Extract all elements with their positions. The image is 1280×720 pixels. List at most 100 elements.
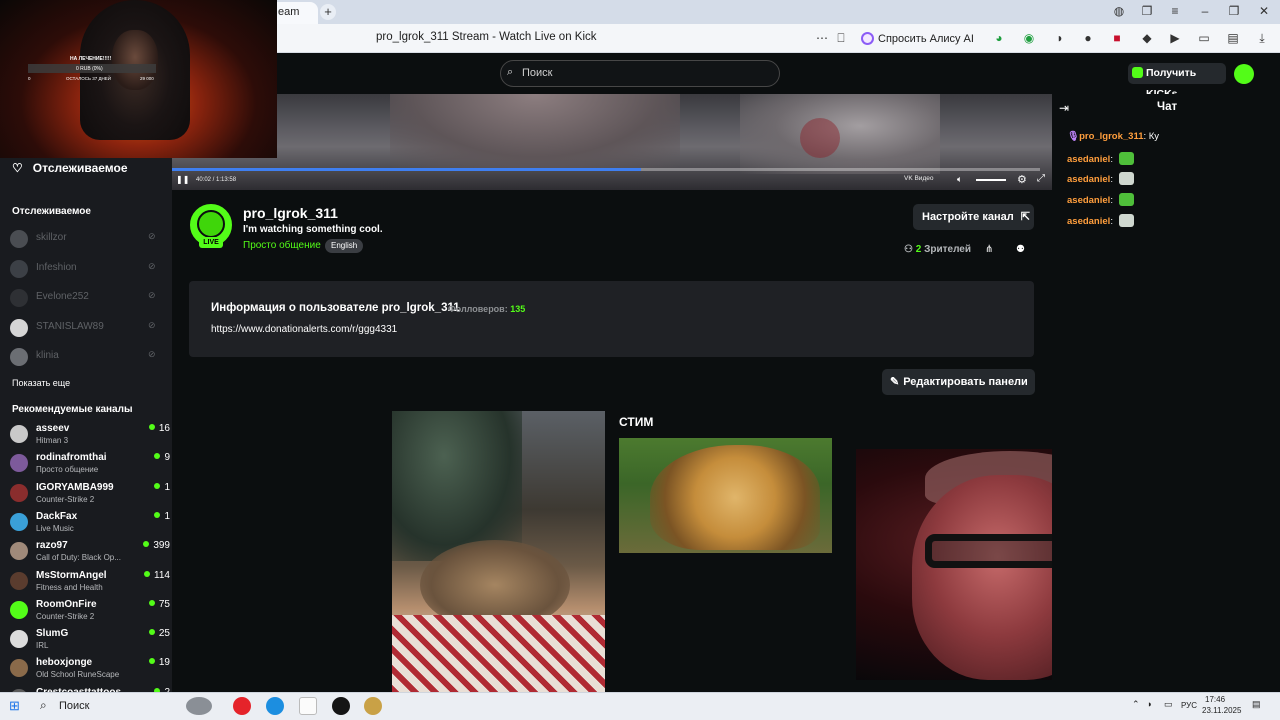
extension-icon[interactable]: ◕ <box>991 31 1007 47</box>
new-tab-icon[interactable]: + <box>320 4 336 20</box>
recommended-channel-name: MsStormAngel <box>36 569 107 581</box>
followed-channel[interactable]: klinia ⊘ <box>10 346 170 368</box>
tray-network-icon[interactable]: ▭ <box>1164 699 1173 710</box>
volume-icon[interactable]: 🔈︎ <box>957 174 962 185</box>
user-avatar[interactable] <box>1234 64 1254 84</box>
chat-message[interactable]: asedaniel: <box>1067 213 1134 227</box>
cast-icon[interactable]: ▭ <box>1196 31 1212 47</box>
followed-channel[interactable]: skillzor ⊘ <box>10 228 170 250</box>
recommended-channel[interactable]: IGORYAMBA999 Counter-Strike 2 1 <box>10 482 170 510</box>
tray-language[interactable]: РУС <box>1181 701 1197 710</box>
recommended-viewer-number: 9 <box>164 452 170 464</box>
goal-value: 0 RUB (0%) <box>76 66 103 72</box>
following-nav-label: Отслеживаемое <box>32 161 128 175</box>
about-title: Информация о пользователе pro_lgrok_311 <box>211 302 460 314</box>
app-icon[interactable] <box>332 697 350 715</box>
recommended-channel[interactable]: DackFax Live Music 1 <box>10 511 170 539</box>
more-icon[interactable]: ⋯ <box>814 31 830 47</box>
alice-button[interactable]: Спросить Алису AI <box>856 29 982 49</box>
recommended-viewer-number: 25 <box>158 628 170 640</box>
download-icon[interactable]: ⤓ <box>1254 31 1270 47</box>
recommended-channel-category: Call of Duty: Black Op... <box>36 553 121 563</box>
live-dot <box>154 511 161 518</box>
maximize-icon[interactable]: ❐ <box>1223 4 1245 20</box>
recommended-channel[interactable]: asseev Hitman 3 16 <box>10 423 170 451</box>
chat-message[interactable]: asedaniel: <box>1067 193 1134 207</box>
avatar <box>10 571 28 590</box>
recommended-channel[interactable]: heboxjonge Old School RuneScape 19 <box>10 657 170 685</box>
followed-channel[interactable]: Evelone252 ⊘ <box>10 287 170 309</box>
chat-message[interactable]: 🎙︎pro_lgrok_311: Ку <box>1067 131 1159 142</box>
audio-icon[interactable]: ◗ <box>1052 31 1068 47</box>
menu-icon[interactable]: ≡ <box>1164 4 1186 20</box>
recommended-channel-name: rodinafromthai <box>36 452 107 464</box>
bookmarks-icon[interactable]: ❐ <box>1136 4 1158 20</box>
recommended-viewer-count: 114 <box>144 570 170 581</box>
source-label[interactable]: VK Видео <box>904 175 933 182</box>
language-tag[interactable]: English <box>325 239 364 253</box>
share-icon[interactable]: ⋔ <box>985 244 993 255</box>
address-page-title[interactable]: pro_lgrok_311 Stream - Watch Live on Kic… <box>376 31 597 43</box>
extension-2-icon[interactable]: ◉ <box>1021 31 1037 47</box>
webcam-face <box>112 30 158 90</box>
progress-fill <box>172 168 641 171</box>
windows-start-icon[interactable]: ⊞ <box>9 698 20 714</box>
profile-icon[interactable]: ◍ <box>1108 4 1130 20</box>
follow-user-icon[interactable]: ⚉ <box>1016 244 1025 255</box>
recommended-channel[interactable]: razo97 Call of Duty: Black Op... 399 <box>10 540 170 568</box>
tray-chevron-icon[interactable]: ⌃ <box>1132 699 1140 710</box>
followed-channel[interactable]: Infeshion ⊘ <box>10 258 170 280</box>
donation-link[interactable]: https://www.donationalerts.com/r/ggg4331 <box>211 324 397 335</box>
tray-audio-icon[interactable]: ◗ <box>1147 699 1152 709</box>
followed-channel[interactable]: STANISLAW89 ⊘ <box>10 317 170 339</box>
setup-channel-button[interactable]: Настройте канал ⇱ <box>913 204 1034 230</box>
fullscreen-icon[interactable]: ⤢ <box>1037 173 1045 184</box>
recommended-channel[interactable]: RoomOnFire Counter-Strike 2 75 <box>10 599 170 627</box>
extension-5-icon[interactable]: ◆ <box>1139 31 1155 47</box>
settings-icon[interactable]: ⚙ <box>1017 173 1027 186</box>
recommended-channel[interactable]: MsStormAngel Fitness and Health 114 <box>10 570 170 598</box>
taskbar-widget-icon[interactable] <box>186 697 212 715</box>
close-window-icon[interactable]: ✕ <box>1253 4 1275 20</box>
edit-panels-button[interactable]: ✎ Редактировать панели <box>882 369 1035 395</box>
chat-username[interactable]: pro_lgrok_311 <box>1079 131 1143 142</box>
app-2-icon[interactable] <box>364 697 382 715</box>
tray-time[interactable]: 17:46 <box>1205 695 1225 704</box>
extension-4-icon[interactable]: ■ <box>1109 31 1125 47</box>
recommended-channel-name: RoomOnFire <box>36 598 97 610</box>
taskbar-search-icon[interactable]: ⌕ <box>40 698 47 713</box>
collections-icon[interactable]: ▤ <box>1225 31 1241 47</box>
media-icon[interactable]: ▶ <box>1167 31 1183 47</box>
playback-time: 40:02 / 1:13:58 <box>196 177 237 183</box>
channel-name[interactable]: pro_lgrok_311 <box>243 205 338 221</box>
chat-username[interactable]: asedaniel <box>1067 174 1110 185</box>
chat-message[interactable]: asedaniel: <box>1067 172 1134 186</box>
followed-channel-name: Evelone252 <box>36 291 89 302</box>
recommended-channel-name: razo97 <box>36 540 68 552</box>
chat-username[interactable]: asedaniel <box>1067 216 1110 227</box>
pause-icon[interactable]: ❚❚ <box>176 175 189 185</box>
following-nav[interactable]: ♡ Отслеживаемое <box>12 161 128 175</box>
chat-message[interactable]: asedaniel: <box>1067 151 1134 165</box>
chat-username[interactable]: asedaniel <box>1067 195 1110 206</box>
taskbar-search[interactable]: Поиск <box>59 700 89 712</box>
yandex-browser-icon[interactable] <box>299 697 317 715</box>
chat-username[interactable]: asedaniel <box>1067 154 1110 165</box>
recommended-channel[interactable]: rodinafromthai Просто общение 9 <box>10 452 170 480</box>
bookmark-icon[interactable]: ⎕ <box>833 31 849 47</box>
followers-label: Фолловеров: <box>448 304 508 314</box>
minimize-icon[interactable]: – <box>1194 4 1216 20</box>
yandex-icon[interactable] <box>233 697 251 715</box>
recommended-channel-name: DackFax <box>36 510 78 522</box>
stream-category[interactable]: Просто общение <box>243 240 321 251</box>
extension-3-icon[interactable]: ● <box>1080 31 1096 47</box>
recommended-channel-category: Old School RuneScape <box>36 670 120 680</box>
recommended-channel[interactable]: SlumG IRL 25 <box>10 628 170 656</box>
show-more-link[interactable]: Показать еще <box>12 378 70 388</box>
tray-date[interactable]: 23.11.2025 <box>1202 706 1241 715</box>
notifications-icon[interactable]: ▤ <box>1252 699 1261 710</box>
collapse-chat-icon[interactable]: ⇥ <box>1059 101 1069 115</box>
volume-slider[interactable] <box>976 179 1006 181</box>
edge-icon[interactable] <box>266 697 284 715</box>
viewers-number: 2 <box>915 244 922 255</box>
